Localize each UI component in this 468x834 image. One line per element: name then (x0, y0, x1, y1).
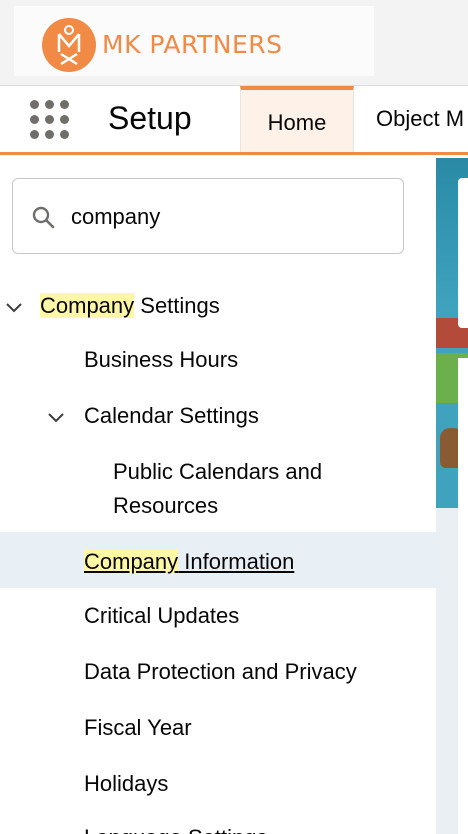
company-logo[interactable]: MK PARTNERS (14, 6, 374, 76)
context-nav-bar: Setup Home Object M (0, 86, 468, 155)
tree-item-language-settings[interactable]: Language Settings (84, 821, 268, 834)
search-icon (32, 206, 55, 229)
tree-item-data-protection[interactable]: Data Protection and Privacy (84, 655, 357, 689)
tree-item-company-settings[interactable]: Company Settings (40, 289, 220, 323)
global-header: MK PARTNERS (0, 0, 468, 86)
content-card (458, 358, 468, 834)
quick-find-box[interactable] (12, 178, 404, 254)
tree-item-business-hours[interactable]: Business Hours (84, 343, 238, 377)
tab-object-manager[interactable]: Object M (376, 86, 468, 152)
setup-sidebar: Company Settings Business Hours Calendar… (0, 158, 436, 834)
tree-item-fiscal-year[interactable]: Fiscal Year (84, 711, 192, 745)
app-launcher-icon[interactable] (28, 98, 69, 139)
logo-mark-icon (42, 18, 96, 72)
content-card (458, 178, 468, 328)
tree-item-company-information[interactable]: Company Information (84, 545, 294, 579)
quick-find-input[interactable] (71, 201, 391, 233)
chevron-down-icon[interactable] (46, 408, 66, 428)
chevron-down-icon[interactable] (4, 298, 24, 318)
search-match-highlight: Company (84, 549, 179, 574)
tree-item-calendar-settings[interactable]: Calendar Settings (84, 399, 259, 433)
tree-item-critical-updates[interactable]: Critical Updates (84, 599, 239, 633)
app-title: Setup (108, 100, 192, 136)
tree-item-holidays[interactable]: Holidays (84, 767, 168, 801)
logo-text: MK PARTNERS (102, 30, 283, 59)
tab-home[interactable]: Home (240, 86, 354, 152)
search-match-highlight: Company (40, 293, 135, 318)
home-background-illustration (436, 158, 468, 834)
tree-item-public-calendars[interactable]: Public Calendars and Resources (113, 455, 322, 523)
